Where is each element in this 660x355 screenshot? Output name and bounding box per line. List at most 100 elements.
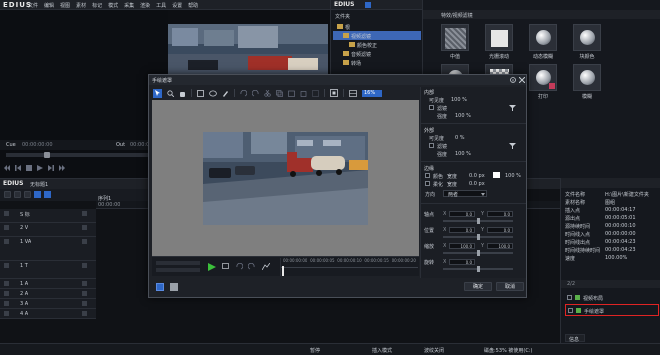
info-tab[interactable]: 信息 bbox=[565, 334, 585, 343]
edge-color-swatch[interactable] bbox=[493, 172, 500, 178]
keyframe-graph-icon[interactable] bbox=[262, 263, 270, 270]
track-header[interactable]: 4 A bbox=[0, 309, 96, 319]
play-icon[interactable] bbox=[37, 165, 43, 171]
slider-handle[interactable] bbox=[477, 266, 480, 272]
y-value-field[interactable]: 0.0 bbox=[487, 227, 513, 233]
dialog-undo-icon[interactable] bbox=[236, 263, 243, 270]
bin-tool-button[interactable] bbox=[365, 2, 371, 8]
undo-icon[interactable] bbox=[240, 89, 247, 97]
dialog-timeline-slider-2[interactable] bbox=[156, 268, 200, 272]
select-tool[interactable] bbox=[153, 88, 162, 98]
outer-opacity-value[interactable]: 0 % bbox=[455, 135, 465, 141]
player-scrub-bar[interactable] bbox=[6, 152, 166, 158]
menu-item[interactable]: 视图 bbox=[60, 2, 70, 9]
fast-forward-icon[interactable] bbox=[59, 165, 65, 171]
menu-item[interactable]: 模式 bbox=[108, 2, 118, 9]
track-lock[interactable] bbox=[82, 291, 87, 296]
track-toggle[interactable] bbox=[4, 291, 9, 296]
effect-thumbnail[interactable] bbox=[573, 64, 601, 91]
fit-icon[interactable] bbox=[330, 89, 338, 97]
edge-color-checkbox[interactable] bbox=[425, 173, 430, 178]
inner-opacity-value[interactable]: 100 % bbox=[451, 97, 467, 103]
zoom-icon[interactable] bbox=[167, 89, 174, 97]
timeline-tool-5[interactable] bbox=[44, 191, 51, 198]
track-header[interactable]: 1 A bbox=[0, 279, 96, 289]
track-header[interactable]: 2 V bbox=[0, 223, 96, 237]
filter-item[interactable]: 手绘遮罩 bbox=[565, 304, 659, 316]
track-lock[interactable] bbox=[82, 263, 87, 268]
cut-icon[interactable] bbox=[264, 89, 271, 97]
pen-icon[interactable] bbox=[222, 90, 229, 97]
view-mode-a[interactable] bbox=[156, 283, 164, 291]
track-toggle[interactable] bbox=[4, 211, 9, 216]
track-header[interactable]: 1 T bbox=[0, 261, 96, 279]
grid-icon[interactable] bbox=[349, 89, 357, 97]
inner-strength-value[interactable]: 100 % bbox=[455, 113, 471, 119]
menu-item[interactable]: 设置 bbox=[172, 2, 182, 9]
preview-canvas[interactable] bbox=[152, 100, 419, 256]
redo-icon[interactable] bbox=[252, 89, 259, 97]
x-value-field[interactable]: 100.0 bbox=[449, 243, 475, 249]
ellipse-icon[interactable] bbox=[209, 90, 217, 97]
track-lock[interactable] bbox=[82, 211, 87, 216]
track-header[interactable]: 2 A bbox=[0, 289, 96, 299]
x-value-field[interactable]: 0.0 bbox=[449, 227, 475, 233]
bin-tree-item[interactable]: 根 bbox=[333, 22, 421, 31]
dialog-timeline-slider[interactable] bbox=[156, 261, 200, 265]
outer-filter-funnel-icon[interactable] bbox=[509, 143, 516, 149]
edge-dir-select[interactable]: 两者 bbox=[443, 190, 487, 198]
hand-icon[interactable] bbox=[179, 90, 186, 97]
timeline-tool-3[interactable] bbox=[24, 191, 31, 198]
filter-enabled-checkbox[interactable] bbox=[568, 308, 573, 313]
track-header[interactable]: 3 A bbox=[0, 299, 96, 309]
effect-thumbnail[interactable] bbox=[529, 24, 557, 51]
filter-enabled-checkbox[interactable] bbox=[567, 295, 572, 300]
outer-strength-value[interactable]: 100 % bbox=[455, 151, 471, 157]
effect-thumbnail[interactable] bbox=[441, 24, 469, 51]
dialog-play-icon[interactable] bbox=[208, 263, 216, 271]
y-value-field[interactable]: 0.0 bbox=[487, 211, 513, 217]
track-lock[interactable] bbox=[82, 311, 87, 316]
bin-tree-item[interactable]: 转场 bbox=[333, 58, 421, 67]
effect-thumbnail[interactable] bbox=[485, 24, 513, 51]
paste-icon[interactable] bbox=[288, 90, 295, 97]
prev-frame-icon[interactable] bbox=[15, 165, 21, 171]
ok-button[interactable]: 确定 bbox=[464, 282, 492, 291]
track-toggle[interactable] bbox=[4, 263, 9, 268]
zoom-dropdown[interactable]: 16% bbox=[362, 89, 382, 97]
x-value-field[interactable]: 0.0 bbox=[449, 259, 475, 265]
close-icon[interactable] bbox=[519, 77, 525, 83]
menu-item[interactable]: 文件 bbox=[28, 2, 38, 9]
bin-tree-item[interactable]: 颜色校正 bbox=[333, 40, 421, 49]
outer-filter-checkbox[interactable] bbox=[429, 143, 434, 148]
effect-thumbnail[interactable] bbox=[573, 24, 601, 51]
edge-opacity-value[interactable]: 100 % bbox=[505, 173, 521, 179]
copy-icon[interactable] bbox=[276, 89, 283, 97]
timeline-tool-4[interactable] bbox=[34, 191, 41, 198]
timeline-tool-2[interactable] bbox=[14, 191, 21, 198]
bin-tree-item[interactable]: 视频滤镜 bbox=[333, 31, 421, 40]
edge-soft-width-value[interactable]: 0.0 px bbox=[469, 181, 485, 187]
track-lock[interactable] bbox=[82, 281, 87, 286]
edge-width-value[interactable]: 0.0 px bbox=[469, 173, 485, 179]
view-mode-b[interactable] bbox=[170, 283, 178, 291]
select-all-icon[interactable] bbox=[312, 89, 319, 97]
menu-item[interactable]: 素材 bbox=[76, 2, 86, 9]
track-lock[interactable] bbox=[82, 239, 87, 244]
cancel-button[interactable]: 取消 bbox=[496, 282, 524, 291]
menu-item[interactable]: 编辑 bbox=[44, 2, 54, 9]
filter-funnel-icon[interactable] bbox=[509, 105, 516, 111]
dialog-playhead[interactable] bbox=[282, 266, 284, 276]
dialog-loop-icon[interactable] bbox=[222, 263, 229, 270]
effect-thumbnail[interactable] bbox=[529, 64, 557, 91]
slider-handle[interactable] bbox=[477, 234, 480, 240]
x-value-field[interactable]: 0.0 bbox=[449, 211, 475, 217]
next-frame-icon[interactable] bbox=[48, 165, 54, 171]
track-toggle[interactable] bbox=[4, 239, 9, 244]
bin-tree-item[interactable]: 音频滤镜 bbox=[333, 49, 421, 58]
menu-item[interactable]: 帮助 bbox=[188, 2, 198, 9]
rewind-icon[interactable] bbox=[4, 165, 10, 171]
track-toggle[interactable] bbox=[4, 281, 9, 286]
edge-soft-checkbox[interactable] bbox=[425, 181, 430, 186]
timeline-tool-1[interactable] bbox=[4, 191, 11, 198]
